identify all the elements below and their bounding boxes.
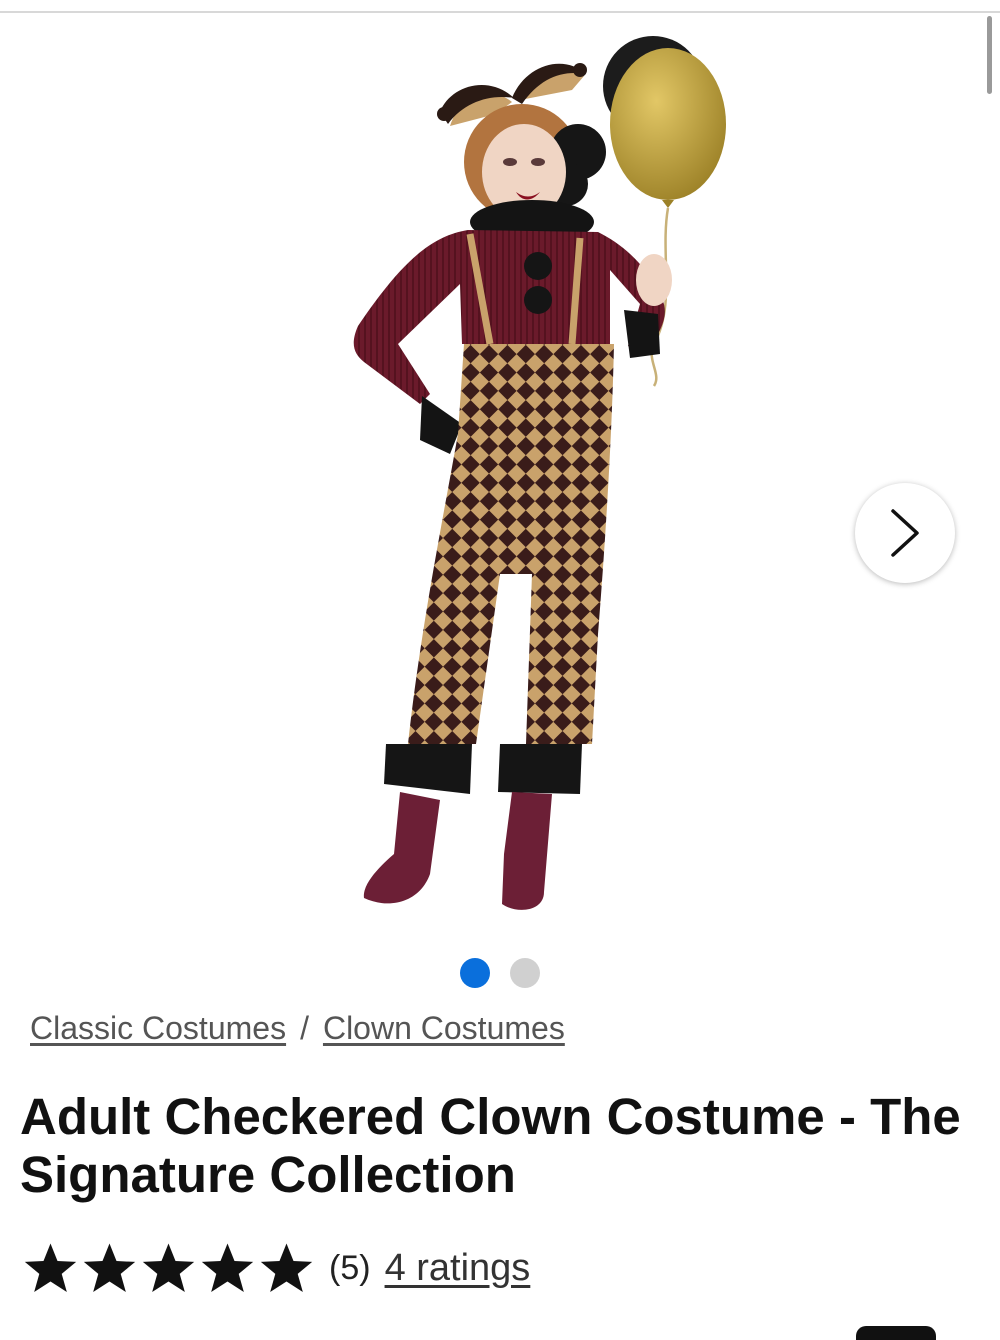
bottom-button-edge[interactable] — [856, 1326, 936, 1340]
star-icon — [24, 1243, 77, 1293]
star-icon — [83, 1243, 136, 1293]
star-icon — [260, 1243, 313, 1293]
breadcrumb-link-clown-costumes[interactable]: Clown Costumes — [323, 1010, 565, 1046]
breadcrumb-link-classic-costumes[interactable]: Classic Costumes — [30, 1010, 286, 1046]
breadcrumb-separator: / — [300, 1010, 309, 1046]
carousel-dots — [0, 958, 1000, 990]
product-image-gallery[interactable] — [0, 14, 1000, 944]
star-icon — [201, 1243, 254, 1293]
chevron-right-icon — [891, 509, 919, 557]
star-rating — [22, 1240, 315, 1296]
carousel-dot-active[interactable] — [460, 958, 490, 988]
top-divider — [0, 11, 1000, 13]
next-image-button[interactable] — [855, 483, 955, 583]
product-image — [353, 36, 726, 910]
rating-count: (5) — [329, 1248, 371, 1287]
breadcrumb: Classic Costumes / Clown Costumes — [30, 1010, 565, 1047]
product-title: Adult Checkered Clown Costume - The Sign… — [20, 1088, 961, 1203]
carousel-dot[interactable] — [510, 958, 540, 988]
rating-summary: (5) 4 ratings — [22, 1238, 530, 1298]
star-icon — [142, 1243, 195, 1293]
ratings-link[interactable]: 4 ratings — [385, 1247, 531, 1290]
